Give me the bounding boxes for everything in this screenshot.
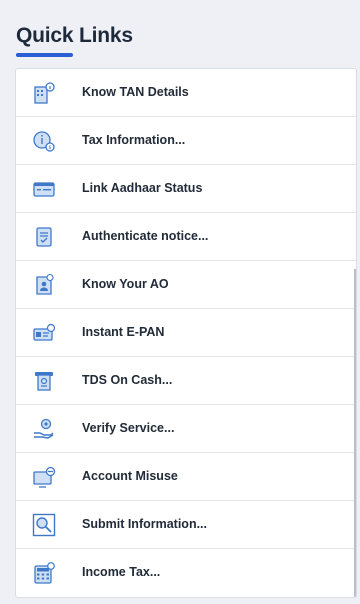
- quick-link-label: Know Your AO: [82, 277, 169, 291]
- cash-withdrawal-icon: [35, 372, 53, 391]
- quick-link-label: Account Misuse: [82, 469, 178, 483]
- quick-link-income-tax[interactable]: Income Tax...: [16, 549, 356, 597]
- search-monitor-icon: [32, 513, 56, 537]
- quick-link-know-your-ao[interactable]: Know Your AO: [16, 261, 356, 309]
- quick-link-know-tan-details[interactable]: Know TAN Details: [16, 69, 356, 117]
- quick-links-title: Quick Links: [16, 24, 133, 47]
- quick-link-account-misuse[interactable]: Account Misuse: [16, 453, 356, 501]
- quick-link-authenticate-notice[interactable]: Authenticate notice...: [16, 213, 356, 261]
- quick-link-submit-information[interactable]: Submit Information...: [16, 501, 356, 549]
- quick-link-tds-on-cash[interactable]: TDS On Cash...: [16, 357, 356, 405]
- officer-document-icon: [36, 273, 54, 295]
- quick-links-list: Know TAN Details $ Tax Information... Li…: [16, 69, 356, 597]
- quick-link-label: Authenticate notice...: [82, 229, 209, 243]
- info-coin-icon: $: [33, 131, 55, 152]
- quick-link-label: Verify Service...: [82, 421, 175, 435]
- scrollbar[interactable]: [354, 269, 356, 597]
- quick-link-label: Link Aadhaar Status: [82, 181, 203, 195]
- quick-link-label: Submit Information...: [82, 517, 207, 531]
- building-info-icon: [34, 82, 55, 104]
- quick-link-link-aadhaar-status[interactable]: Link Aadhaar Status: [16, 165, 356, 213]
- quick-link-instant-e-pan[interactable]: Instant E-PAN: [16, 309, 356, 357]
- quick-link-label: Tax Information...: [82, 133, 186, 147]
- quick-link-tax-information[interactable]: $ Tax Information...: [16, 117, 356, 165]
- id-card-link-icon: [33, 182, 55, 197]
- quick-link-label: Income Tax...: [82, 565, 161, 579]
- quick-link-label: Know TAN Details: [82, 85, 189, 99]
- hand-gear-icon: [34, 418, 54, 439]
- quick-link-verify-service[interactable]: Verify Service...: [16, 405, 356, 453]
- quick-link-label: Instant E-PAN: [82, 325, 165, 339]
- quick-link-label: TDS On Cash...: [82, 373, 173, 387]
- pan-card-icon: [33, 323, 56, 341]
- document-check-icon: [36, 227, 52, 247]
- calculator-icon: [34, 562, 55, 584]
- monitor-block-icon: [33, 466, 56, 488]
- svg-text:$: $: [48, 145, 51, 151]
- title-underline: [16, 53, 73, 57]
- quick-links-panel: Know TAN Details $ Tax Information... Li…: [15, 68, 357, 598]
